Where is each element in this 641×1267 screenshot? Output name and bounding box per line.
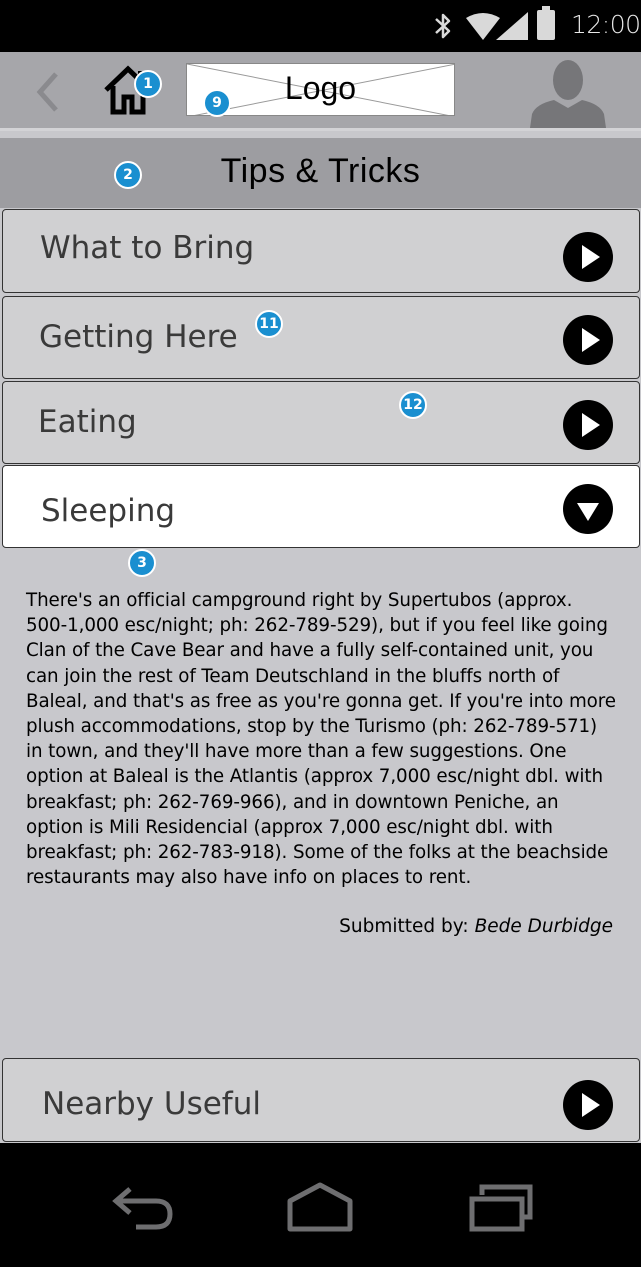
user-avatar-icon[interactable] [528,58,608,128]
sleeping-content-paragraph: There's an official campground right by … [26,588,618,890]
back-arrow-icon[interactable] [34,70,64,114]
recent-apps-icon[interactable] [468,1183,534,1233]
annotation-badge-9: 9 [203,89,231,117]
paragraph-line: option is Mili Residencial (approx 7,000… [26,816,553,838]
submitted-by: Submitted by: Bede Durbidge [339,916,613,937]
page-title: Tips & Tricks [220,152,421,190]
status-time: 12:00 [571,10,641,39]
paragraph-line: Clan of the Cave Bear and have a fully s… [26,640,594,662]
accordion-item-eating[interactable]: Eating [2,381,640,464]
play-arrow-icon[interactable] [563,400,613,450]
paragraph-line: There's an official campground right by … [26,590,573,611]
system-nav-bar [0,1143,641,1267]
accordion-item-what-to-bring[interactable]: What to Bring [2,209,640,293]
annotation-badge-1: 1 [134,70,162,98]
paragraph-line: breakfast; ph: 262-769-966), and in down… [26,791,559,813]
back-nav-icon[interactable] [112,1183,176,1231]
annotation-badge-12: 12 [399,391,427,419]
home-nav-icon[interactable] [286,1181,354,1233]
paragraph-line: Baleal, and that's as free as you're gon… [26,690,616,712]
bluetooth-icon [435,13,451,39]
submitted-label: Submitted by: [339,916,469,937]
battery-icon [537,6,555,40]
accordion-label: Sleeping [41,493,176,529]
paragraph-line: option at Baleal is the Atlantis (approx… [26,766,603,788]
paragraph-line: 500-1,000 esc/night; ph: 262-789-529), b… [26,615,608,637]
paragraph-line: plush accommodations, stop by the Turism… [26,716,598,738]
accordion-item-nearby-useful[interactable]: Nearby Useful [2,1058,640,1142]
annotation-badge-3: 3 [128,549,156,577]
accordion-label: Nearby Useful [42,1086,261,1122]
play-arrow-icon[interactable] [563,232,613,282]
annotation-badge-11: 11 [255,310,283,338]
app-bar: Logo [0,52,641,131]
paragraph-line: breakfast; ph: 262-783-918). Some of the… [26,842,609,864]
submitted-author: Bede Durbidge [474,916,613,937]
accordion-item-getting-here[interactable]: Getting Here [2,296,640,379]
play-arrow-icon[interactable] [563,1080,613,1130]
accordion-label: Getting Here [39,319,238,355]
annotation-badge-2: 2 [114,161,142,189]
accordion-item-sleeping[interactable]: Sleeping [2,465,640,548]
section-header: Tips & Tricks [0,138,641,208]
paragraph-line: restaurants may also have info on places… [26,867,472,889]
accordion-label: Eating [38,404,137,440]
play-arrow-icon[interactable] [563,315,613,365]
signal-icon [466,12,528,40]
accordion-label: What to Bring [40,230,255,266]
paragraph-line: can join the rest of Team Deutschland in… [26,665,560,687]
chevron-down-icon[interactable] [563,484,613,534]
status-bar: 12:00 [0,0,641,52]
paragraph-line: in town, and they'll have more than a fe… [26,741,567,763]
